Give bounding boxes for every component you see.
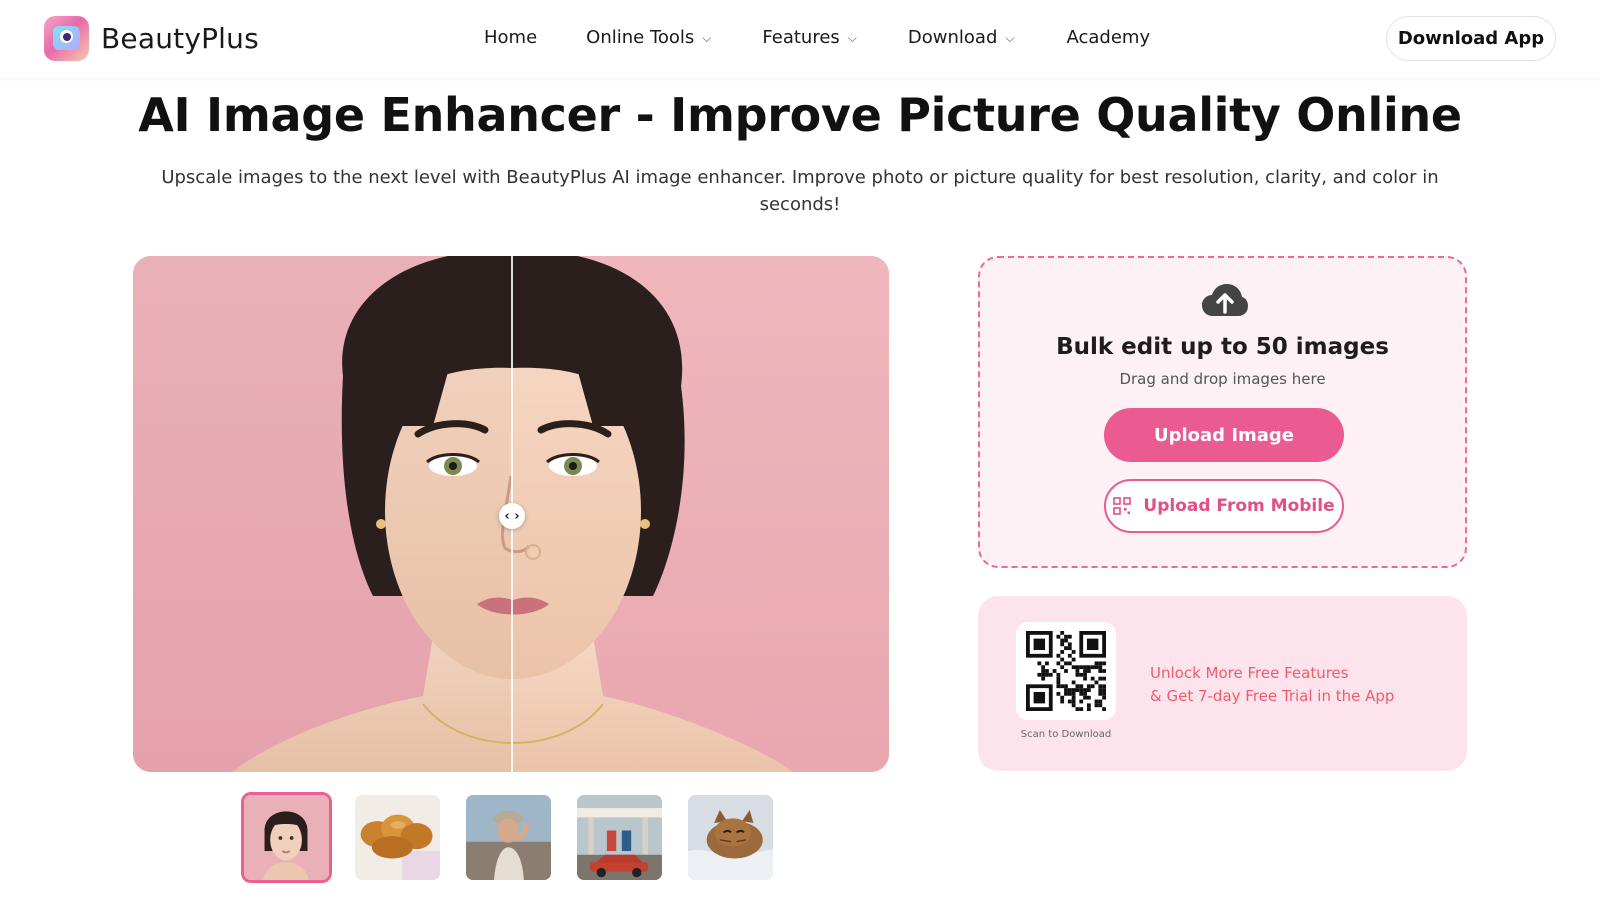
chevron-down-icon: ⌵ — [847, 31, 857, 45]
thumbnail-woman-outdoors[interactable] — [463, 792, 554, 883]
compare-slider-handle[interactable]: ‹ › — [499, 503, 525, 529]
upload-title: Bulk edit up to 50 images — [1056, 334, 1389, 360]
download-qr-code — [1016, 622, 1116, 720]
gas-station-thumbnail-image — [577, 795, 662, 880]
thumbnail-bread[interactable] — [352, 792, 443, 883]
thumbnail-cat[interactable] — [685, 792, 776, 883]
promo-text: Unlock More Free Features & Get 7-day Fr… — [1150, 662, 1394, 708]
upload-from-mobile-label: Upload From Mobile — [1143, 496, 1335, 516]
nav-item-label: Home — [484, 27, 538, 48]
top-navigation-bar: BeautyPlus Home Online Tools ⌵ Features … — [0, 0, 1600, 78]
promo-line-1: Unlock More Free Features — [1150, 664, 1349, 682]
page-title: AI Image Enhancer - Improve Picture Qual… — [138, 88, 1462, 142]
outdoor-portrait-thumbnail-image — [466, 795, 551, 880]
nav-item-label: Download — [907, 27, 998, 48]
nav-item-online-tools[interactable]: Online Tools ⌵ — [586, 27, 711, 48]
thumbnail-gas-station[interactable] — [574, 792, 665, 883]
upload-hint: Drag and drop images here — [1119, 370, 1326, 388]
app-promo-card: Scan to Download Unlock More Free Featur… — [978, 596, 1467, 771]
camera-eye-icon — [44, 16, 89, 61]
brand-logo[interactable]: BeautyPlus — [44, 16, 259, 61]
nav-item-label: Online Tools — [586, 27, 695, 48]
nav-item-features[interactable]: Features ⌵ — [762, 27, 857, 48]
qr-code-icon — [1113, 497, 1132, 515]
upload-image-button[interactable]: Upload Image — [1104, 408, 1344, 462]
nav-item-label: Features — [762, 27, 840, 48]
upload-from-mobile-button[interactable]: Upload From Mobile — [1104, 479, 1344, 533]
nav-item-label: Academy — [1066, 27, 1151, 48]
portrait-thumbnail-image — [244, 795, 329, 880]
sample-thumbnails — [241, 792, 796, 883]
thumbnail-portrait[interactable] — [241, 792, 332, 883]
chevron-down-icon: ⌵ — [702, 31, 712, 45]
qr-caption: Scan to Download — [1020, 729, 1112, 740]
upload-dropzone[interactable]: Bulk edit up to 50 images Drag and drop … — [978, 256, 1467, 568]
main-nav: Home Online Tools ⌵ Features ⌵ Download … — [484, 27, 1150, 48]
bread-thumbnail-image — [355, 795, 440, 880]
cloud-upload-icon — [1202, 284, 1248, 316]
page-subtitle: Upscale images to the next level with Be… — [161, 167, 1439, 215]
nav-item-home[interactable]: Home — [484, 27, 537, 48]
nav-item-academy[interactable]: Academy — [1067, 27, 1151, 48]
chevron-down-icon: ⌵ — [1005, 31, 1015, 45]
nav-item-download[interactable]: Download ⌵ — [908, 27, 1015, 48]
brand-name: BeautyPlus — [101, 22, 259, 55]
qr-code-icon — [1026, 631, 1106, 711]
before-after-viewer[interactable]: ‹ › — [133, 256, 889, 772]
promo-line-2: & Get 7-day Free Trial in the App — [1150, 687, 1395, 705]
cat-thumbnail-image — [688, 795, 773, 880]
download-app-button[interactable]: Download App — [1386, 16, 1556, 61]
